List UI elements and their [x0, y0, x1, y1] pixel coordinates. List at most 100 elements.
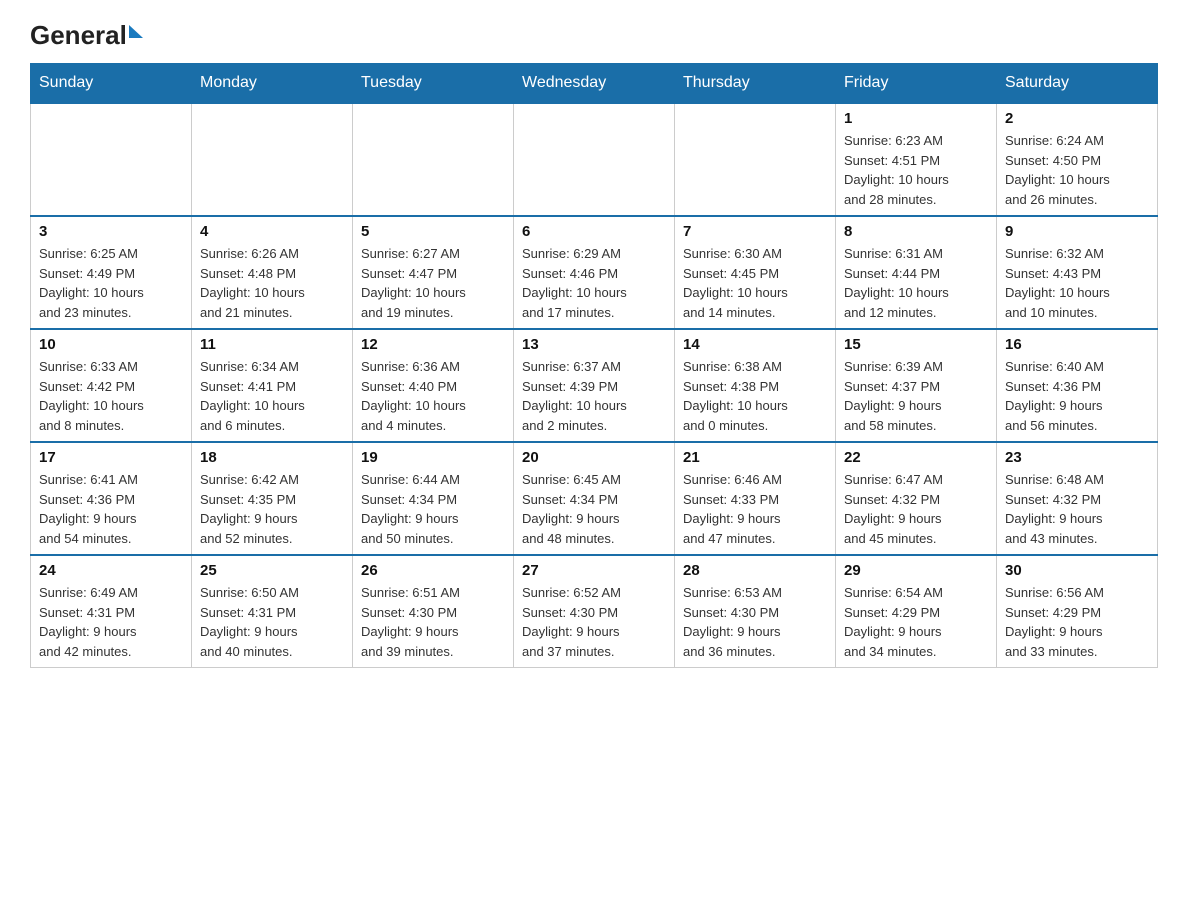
- day-info: Sunrise: 6:34 AM Sunset: 4:41 PM Dayligh…: [200, 357, 344, 435]
- calendar-week-row: 3 Sunrise: 6:25 AM Sunset: 4:49 PM Daylig…: [31, 216, 1158, 329]
- day-info: Sunrise: 6:31 AM Sunset: 4:44 PM Dayligh…: [844, 244, 988, 322]
- day-info: Sunrise: 6:53 AM Sunset: 4:30 PM Dayligh…: [683, 583, 827, 661]
- day-number: 12: [361, 336, 505, 353]
- day-number: 14: [683, 336, 827, 353]
- weekday-header-friday: Friday: [836, 64, 997, 104]
- calendar-cell: 5 Sunrise: 6:27 AM Sunset: 4:47 PM Daylig…: [353, 216, 514, 329]
- day-number: 5: [361, 223, 505, 240]
- calendar-cell: [192, 103, 353, 216]
- calendar-cell: [353, 103, 514, 216]
- calendar-cell: 9Sunrise: 6:32 AM Sunset: 4:43 PM Daylig…: [997, 216, 1158, 329]
- calendar-cell: 7 Sunrise: 6:30 AM Sunset: 4:45 PM Daylig…: [675, 216, 836, 329]
- calendar-cell: 10 Sunrise: 6:33 AM Sunset: 4:42 PM Dayli…: [31, 329, 192, 442]
- calendar-cell: [675, 103, 836, 216]
- calendar-week-row: 1Sunrise: 6:23 AM Sunset: 4:51 PM Daylig…: [31, 103, 1158, 216]
- day-info: Sunrise: 6:33 AM Sunset: 4:42 PM Dayligh…: [39, 357, 183, 435]
- calendar-cell: 11 Sunrise: 6:34 AM Sunset: 4:41 PM Dayli…: [192, 329, 353, 442]
- day-number: 4: [200, 223, 344, 240]
- calendar-cell: 1Sunrise: 6:23 AM Sunset: 4:51 PM Daylig…: [836, 103, 997, 216]
- logo-general-text: General: [30, 20, 127, 51]
- calendar-cell: 23 Sunrise: 6:48 AM Sunset: 4:32 PM Dayli…: [997, 442, 1158, 555]
- weekday-header-wednesday: Wednesday: [514, 64, 675, 104]
- day-info: Sunrise: 6:45 AM Sunset: 4:34 PM Dayligh…: [522, 470, 666, 548]
- calendar-cell: 30 Sunrise: 6:56 AM Sunset: 4:29 PM Dayli…: [997, 555, 1158, 668]
- calendar-cell: 13 Sunrise: 6:37 AM Sunset: 4:39 PM Dayli…: [514, 329, 675, 442]
- calendar-cell: 28 Sunrise: 6:53 AM Sunset: 4:30 PM Dayli…: [675, 555, 836, 668]
- calendar-cell: 3 Sunrise: 6:25 AM Sunset: 4:49 PM Daylig…: [31, 216, 192, 329]
- calendar-cell: 16 Sunrise: 6:40 AM Sunset: 4:36 PM Dayli…: [997, 329, 1158, 442]
- day-number: 26: [361, 562, 505, 579]
- calendar-table: SundayMondayTuesdayWednesdayThursdayFrid…: [30, 63, 1158, 668]
- day-info: Sunrise: 6:51 AM Sunset: 4:30 PM Dayligh…: [361, 583, 505, 661]
- calendar-cell: 2 Sunrise: 6:24 AM Sunset: 4:50 PM Daylig…: [997, 103, 1158, 216]
- calendar-cell: 21 Sunrise: 6:46 AM Sunset: 4:33 PM Dayli…: [675, 442, 836, 555]
- day-info: Sunrise: 6:37 AM Sunset: 4:39 PM Dayligh…: [522, 357, 666, 435]
- day-info: Sunrise: 6:47 AM Sunset: 4:32 PM Dayligh…: [844, 470, 988, 548]
- day-number: 18: [200, 449, 344, 466]
- day-info: Sunrise: 6:46 AM Sunset: 4:33 PM Dayligh…: [683, 470, 827, 548]
- calendar-cell: 24Sunrise: 6:49 AM Sunset: 4:31 PM Dayli…: [31, 555, 192, 668]
- calendar-cell: 14 Sunrise: 6:38 AM Sunset: 4:38 PM Dayli…: [675, 329, 836, 442]
- day-number: 6: [522, 223, 666, 240]
- calendar-cell: 6 Sunrise: 6:29 AM Sunset: 4:46 PM Daylig…: [514, 216, 675, 329]
- day-number: 3: [39, 223, 183, 240]
- day-number: 11: [200, 336, 344, 353]
- day-number: 13: [522, 336, 666, 353]
- day-info: Sunrise: 6:32 AM Sunset: 4:43 PM Dayligh…: [1005, 244, 1149, 322]
- day-info: Sunrise: 6:44 AM Sunset: 4:34 PM Dayligh…: [361, 470, 505, 548]
- weekday-header-thursday: Thursday: [675, 64, 836, 104]
- day-number: 10: [39, 336, 183, 353]
- day-number: 30: [1005, 562, 1149, 579]
- weekday-header-tuesday: Tuesday: [353, 64, 514, 104]
- day-number: 19: [361, 449, 505, 466]
- day-info: Sunrise: 6:42 AM Sunset: 4:35 PM Dayligh…: [200, 470, 344, 548]
- page-header: General: [30, 20, 1158, 47]
- day-number: 28: [683, 562, 827, 579]
- calendar-cell: 12Sunrise: 6:36 AM Sunset: 4:40 PM Dayli…: [353, 329, 514, 442]
- day-number: 22: [844, 449, 988, 466]
- calendar-cell: [31, 103, 192, 216]
- day-number: 29: [844, 562, 988, 579]
- logo-triangle-icon: [129, 25, 143, 38]
- calendar-cell: [514, 103, 675, 216]
- day-info: Sunrise: 6:27 AM Sunset: 4:47 PM Dayligh…: [361, 244, 505, 322]
- day-info: Sunrise: 6:48 AM Sunset: 4:32 PM Dayligh…: [1005, 470, 1149, 548]
- day-info: Sunrise: 6:25 AM Sunset: 4:49 PM Dayligh…: [39, 244, 183, 322]
- calendar-cell: 17Sunrise: 6:41 AM Sunset: 4:36 PM Dayli…: [31, 442, 192, 555]
- day-number: 8: [844, 223, 988, 240]
- day-info: Sunrise: 6:40 AM Sunset: 4:36 PM Dayligh…: [1005, 357, 1149, 435]
- day-info: Sunrise: 6:39 AM Sunset: 4:37 PM Dayligh…: [844, 357, 988, 435]
- calendar-cell: 20 Sunrise: 6:45 AM Sunset: 4:34 PM Dayli…: [514, 442, 675, 555]
- calendar-cell: 18 Sunrise: 6:42 AM Sunset: 4:35 PM Dayli…: [192, 442, 353, 555]
- calendar-cell: 25 Sunrise: 6:50 AM Sunset: 4:31 PM Dayli…: [192, 555, 353, 668]
- calendar-cell: 19 Sunrise: 6:44 AM Sunset: 4:34 PM Dayli…: [353, 442, 514, 555]
- day-number: 20: [522, 449, 666, 466]
- day-number: 7: [683, 223, 827, 240]
- calendar-week-row: 24Sunrise: 6:49 AM Sunset: 4:31 PM Dayli…: [31, 555, 1158, 668]
- calendar-cell: 22 Sunrise: 6:47 AM Sunset: 4:32 PM Dayli…: [836, 442, 997, 555]
- weekday-header-saturday: Saturday: [997, 64, 1158, 104]
- day-info: Sunrise: 6:38 AM Sunset: 4:38 PM Dayligh…: [683, 357, 827, 435]
- weekday-header-row: SundayMondayTuesdayWednesdayThursdayFrid…: [31, 64, 1158, 104]
- day-number: 23: [1005, 449, 1149, 466]
- calendar-week-row: 10 Sunrise: 6:33 AM Sunset: 4:42 PM Dayli…: [31, 329, 1158, 442]
- day-number: 16: [1005, 336, 1149, 353]
- day-number: 2: [1005, 110, 1149, 127]
- logo: General: [30, 20, 143, 47]
- calendar-cell: 29Sunrise: 6:54 AM Sunset: 4:29 PM Dayli…: [836, 555, 997, 668]
- day-info: Sunrise: 6:24 AM Sunset: 4:50 PM Dayligh…: [1005, 131, 1149, 209]
- calendar-cell: 26 Sunrise: 6:51 AM Sunset: 4:30 PM Dayli…: [353, 555, 514, 668]
- calendar-cell: 27 Sunrise: 6:52 AM Sunset: 4:30 PM Dayli…: [514, 555, 675, 668]
- day-info: Sunrise: 6:56 AM Sunset: 4:29 PM Dayligh…: [1005, 583, 1149, 661]
- day-info: Sunrise: 6:52 AM Sunset: 4:30 PM Dayligh…: [522, 583, 666, 661]
- day-info: Sunrise: 6:30 AM Sunset: 4:45 PM Dayligh…: [683, 244, 827, 322]
- day-info: Sunrise: 6:41 AM Sunset: 4:36 PM Dayligh…: [39, 470, 183, 548]
- day-number: 24: [39, 562, 183, 579]
- weekday-header-sunday: Sunday: [31, 64, 192, 104]
- day-number: 15: [844, 336, 988, 353]
- day-number: 27: [522, 562, 666, 579]
- day-number: 21: [683, 449, 827, 466]
- day-number: 25: [200, 562, 344, 579]
- day-info: Sunrise: 6:50 AM Sunset: 4:31 PM Dayligh…: [200, 583, 344, 661]
- day-info: Sunrise: 6:29 AM Sunset: 4:46 PM Dayligh…: [522, 244, 666, 322]
